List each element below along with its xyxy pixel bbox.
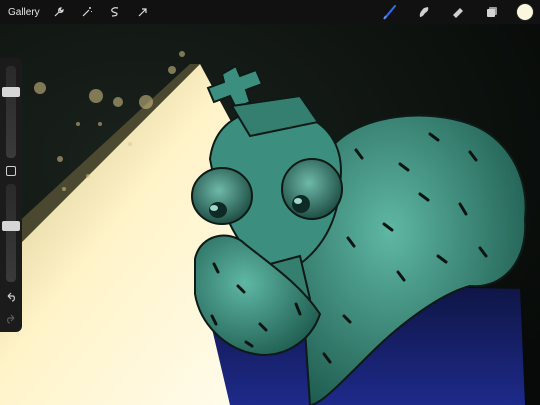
redo-icon (7, 314, 15, 324)
gallery-button[interactable]: Gallery (8, 7, 40, 18)
selection-icon[interactable] (106, 3, 124, 21)
wrench-icon[interactable] (50, 3, 68, 21)
opacity-thumb[interactable] (2, 221, 20, 232)
left-sidebar (0, 58, 22, 332)
brush-icon[interactable] (380, 2, 400, 22)
opacity-slider[interactable] (6, 184, 16, 282)
undo-icon (7, 292, 15, 302)
redo-button[interactable] (4, 312, 18, 326)
brush-size-slider[interactable] (6, 66, 16, 158)
drawing-canvas[interactable] (0, 24, 540, 405)
color-swatch[interactable] (516, 3, 534, 21)
brush-size-thumb[interactable] (2, 86, 20, 97)
transform-arrow-icon[interactable] (134, 3, 152, 21)
undo-button[interactable] (4, 290, 18, 304)
magic-wand-icon[interactable] (78, 3, 96, 21)
layers-icon[interactable] (482, 2, 502, 22)
eraser-icon[interactable] (448, 2, 468, 22)
procreate-app: Gallery (0, 0, 540, 405)
top-toolbar: Gallery (0, 0, 540, 24)
artwork (0, 24, 540, 405)
modify-button[interactable] (6, 166, 16, 176)
smudge-icon[interactable] (414, 2, 434, 22)
